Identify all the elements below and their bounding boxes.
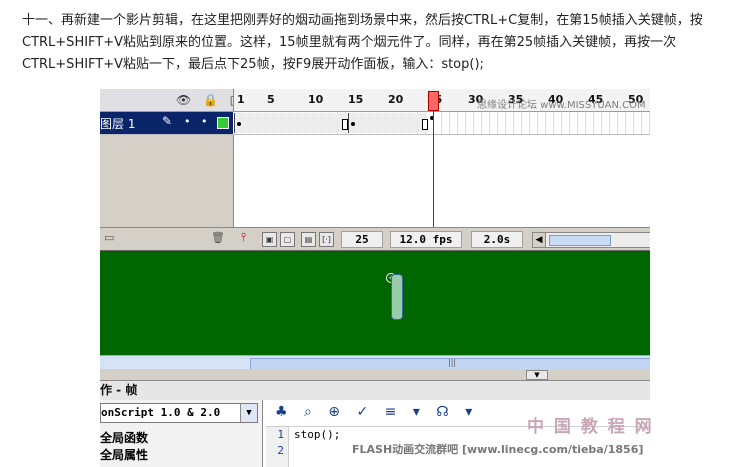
panel-collapse-bar[interactable]: ▼ — [100, 369, 650, 380]
timeline-scrollbar[interactable]: ◀ — [532, 232, 650, 248]
line-number-gutter: 1 2 — [266, 427, 289, 467]
category-global-functions[interactable]: 全局函数 — [100, 429, 148, 446]
ruler-label: 10 — [308, 93, 324, 106]
collapse-arrow-icon[interactable]: ▼ — [526, 370, 548, 380]
frame-span — [234, 113, 347, 133]
onion-skin-icon[interactable]: ▣ — [262, 232, 277, 247]
playhead-line — [433, 111, 434, 227]
flash-screenshot: 👁 🔒 □ 1 5 10 15 20 25 30 35 40 45 50 图层 … — [100, 89, 650, 467]
fps-field: 12.0 fps — [390, 231, 462, 248]
end-frame-24[interactable] — [422, 119, 428, 130]
actions-panel-title[interactable]: 作 - 帧 — [100, 380, 650, 401]
smoke-movieclip[interactable] — [391, 274, 403, 320]
scroll-grip: ||| — [448, 358, 457, 367]
lock-dot-icon[interactable]: • — [201, 115, 208, 128]
insert-layer-folder-icon[interactable]: ▭ — [104, 231, 114, 244]
frame-span — [348, 113, 427, 133]
layer-name-cell[interactable]: 图层 1 ✎ • • — [100, 112, 233, 134]
end-frame-14[interactable] — [342, 119, 348, 130]
instruction-text: 十一、再新建一个影片剪辑，在这里把刚弄好的烟动画拖到场景中来，然后按CTRL+C… — [22, 13, 703, 72]
frame-grid-empty — [234, 135, 650, 227]
pencil-icon: ✎ — [162, 114, 173, 128]
scroll-left-arrow-icon[interactable]: ◀ — [533, 233, 546, 247]
elapsed-time-field: 2.0s — [471, 231, 523, 248]
center-frame-icon[interactable]: ⫯ — [241, 230, 246, 245]
chevron-down-icon[interactable]: ▼ — [240, 404, 257, 422]
line-number: 1 — [277, 428, 284, 441]
watermark-top: 思缘设计论坛 www.MISSYUAN.COM — [477, 100, 646, 111]
category-label: 全局函数 — [100, 431, 149, 445]
ruler-label: 15 — [348, 93, 364, 106]
ruler-label: 20 — [388, 93, 404, 106]
category-label: 全局属性 — [100, 448, 149, 462]
actions-toolbox: onScript 1.0 & 2.0 ▼ 全局函数 全局属性 — [100, 400, 263, 467]
outline-color-icon[interactable] — [217, 117, 229, 129]
keyframe-1[interactable] — [237, 122, 241, 126]
version-select-label: onScript 1.0 & 2.0 — [101, 406, 221, 419]
scroll-thumb[interactable] — [549, 235, 611, 246]
watermark-bottom: FLASH动画交流群吧 [www.linecg.com/tieba/1856] — [352, 443, 644, 456]
code-line[interactable]: stop(); — [294, 427, 340, 443]
layer-panel-empty — [100, 135, 234, 227]
actions-toolbar-icons[interactable]: ♣ ⌕ ⊕ ✓ ≡ ▾ ☊ ▾ — [275, 404, 478, 420]
visibility-dot-icon[interactable]: • — [184, 115, 191, 128]
watermark-logo: 中 国 教 程 网 — [527, 417, 654, 437]
layer-frames[interactable] — [234, 112, 650, 134]
timeline-status-bar: ▭ 🗑 ⫯ ▣ ▢ ▤ [·] 25 12.0 fps 2.0s ◀ — [100, 227, 650, 251]
modify-markers-icon[interactable]: [·] — [319, 232, 334, 247]
actionscript-version-select[interactable]: onScript 1.0 & 2.0 ▼ — [100, 403, 258, 423]
onion-outline-icon[interactable]: ▢ — [280, 232, 295, 247]
ruler-label: 5 — [267, 93, 275, 106]
keyframe-15[interactable] — [351, 122, 355, 126]
edit-multiple-frames-icon[interactable]: ▤ — [301, 232, 316, 247]
stage-scrollbar[interactable]: ||| — [100, 355, 650, 370]
ruler-label: 1 — [237, 93, 245, 106]
layer-row[interactable]: 图层 1 ✎ • • — [100, 112, 650, 135]
stage[interactable] — [100, 251, 650, 355]
line-number: 2 — [277, 444, 284, 457]
trash-icon[interactable]: 🗑 — [211, 231, 225, 244]
current-frame-field: 25 — [341, 231, 383, 248]
layer-name: 图层 1 — [100, 117, 136, 131]
playhead[interactable] — [428, 91, 439, 111]
category-global-properties[interactable]: 全局属性 — [100, 446, 148, 463]
